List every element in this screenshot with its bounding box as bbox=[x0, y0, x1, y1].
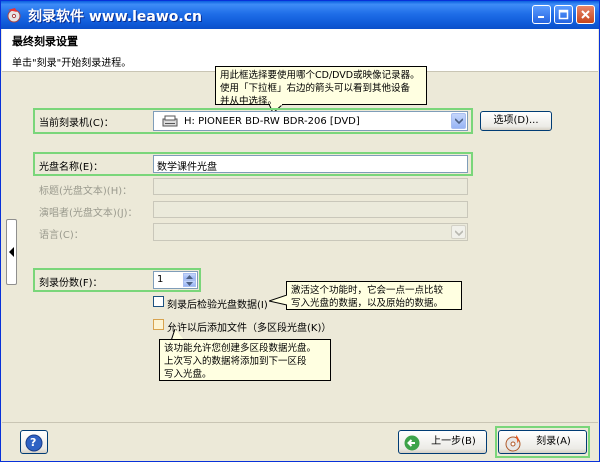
burn-disc-icon bbox=[505, 435, 521, 452]
burner-value: H: PIONEER BD-RW BDR-206 [DVD] bbox=[184, 116, 360, 127]
burn-button[interactable]: 刻录(A) bbox=[498, 430, 587, 454]
tooltip-line: 并从中选择。 bbox=[220, 96, 278, 107]
copies-down-button[interactable] bbox=[183, 280, 196, 287]
disc-name-input[interactable]: 数学课件光盘 bbox=[153, 155, 468, 173]
burner-dropdown-button[interactable] bbox=[451, 113, 466, 129]
language-select[interactable] bbox=[153, 223, 468, 241]
minimize-button[interactable] bbox=[532, 5, 551, 24]
tooltip-line: 写入光盘。 bbox=[164, 369, 212, 380]
arrow-left-icon bbox=[404, 435, 420, 451]
back-label: 上一步(B) bbox=[431, 436, 476, 447]
options-button[interactable]: 选项(D)... bbox=[480, 111, 552, 131]
drive-icon bbox=[162, 115, 178, 131]
title-input[interactable] bbox=[153, 178, 468, 195]
multisession-checkbox[interactable] bbox=[153, 319, 164, 330]
copies-label: 刻录份数(F)： bbox=[39, 278, 103, 289]
tooltip-line: 使用「下拉框」右边的箭头可以看到其他设备 bbox=[220, 83, 411, 94]
copies-value: 1 bbox=[157, 274, 164, 285]
burn-wizard-window: 刻录软件 www.leawo.cn 最终刻录设置 单击"刻录"开始刻录进程。 用… bbox=[0, 0, 600, 462]
disc-burner-icon bbox=[6, 7, 22, 23]
help-button[interactable]: ? bbox=[20, 430, 48, 454]
performer-label: 演唱者(光盘文本)(J)： bbox=[39, 208, 138, 219]
language-dropdown-button[interactable] bbox=[451, 225, 466, 239]
side-panel-toggle[interactable] bbox=[6, 219, 17, 285]
burner-select[interactable]: H: PIONEER BD-RW BDR-206 [DVD] bbox=[153, 111, 468, 131]
multisession-tooltip: 该功能允许您创建多区段数据光盘。 上次写入的数据将添加到下一区段 写入光盘。 bbox=[159, 339, 331, 381]
copies-up-button[interactable] bbox=[183, 273, 196, 280]
verify-tooltip: 激活这个功能时，它会一点一点比较 写入光盘的数据，以及原始的数据。 bbox=[286, 281, 462, 310]
chevron-down-icon bbox=[455, 118, 463, 124]
chevron-left-icon bbox=[9, 247, 14, 257]
help-glyph: ? bbox=[30, 436, 37, 449]
title-bar[interactable]: 刻录软件 www.leawo.cn bbox=[1, 1, 599, 29]
verify-label: 刻录后检验光盘数据(I) bbox=[167, 300, 268, 311]
close-button[interactable] bbox=[576, 5, 595, 24]
maximize-button[interactable] bbox=[554, 5, 573, 24]
tooltip-pointer bbox=[269, 295, 287, 306]
title-label: 标题(光盘文本)(H)： bbox=[39, 186, 133, 197]
burner-label: 当前刻录机(C)： bbox=[39, 118, 114, 129]
verify-checkbox[interactable] bbox=[153, 296, 164, 307]
footer-divider bbox=[2, 422, 598, 423]
window-title: 刻录软件 www.leawo.cn bbox=[28, 9, 202, 25]
tooltip-line: 用此框选择要使用哪个CD/DVD或映像记录器。 bbox=[220, 70, 420, 81]
chevron-down-icon bbox=[455, 230, 463, 236]
copies-stepper[interactable]: 1 bbox=[153, 271, 198, 289]
performer-input[interactable] bbox=[153, 201, 468, 218]
tooltip-line: 激活这个功能时，它会一点一点比较 bbox=[291, 285, 444, 296]
tooltip-line: 该功能允许您创建多区段数据光盘。 bbox=[164, 343, 317, 354]
tooltip-line: 写入光盘的数据，以及原始的数据。 bbox=[291, 298, 444, 309]
page-title: 最终刻录设置 bbox=[12, 35, 78, 48]
disc-name-label: 光盘名称(E)： bbox=[39, 162, 104, 173]
tooltip-line: 上次写入的数据将添加到下一区段 bbox=[164, 356, 307, 367]
page-subtitle: 单击"刻录"开始刻录进程。 bbox=[12, 58, 132, 69]
chevron-down-icon bbox=[186, 282, 193, 286]
language-label: 语言(C)： bbox=[39, 230, 84, 241]
multisession-label: 允许以后添加文件（多区段光盘(K)） bbox=[167, 323, 332, 334]
burn-label: 刻录(A) bbox=[536, 436, 571, 447]
burner-tooltip: 用此框选择要使用哪个CD/DVD或映像记录器。 使用「下拉框」右边的箭头可以看到… bbox=[215, 66, 427, 107]
chevron-up-icon bbox=[186, 275, 193, 279]
back-button[interactable]: 上一步(B) bbox=[398, 430, 487, 454]
